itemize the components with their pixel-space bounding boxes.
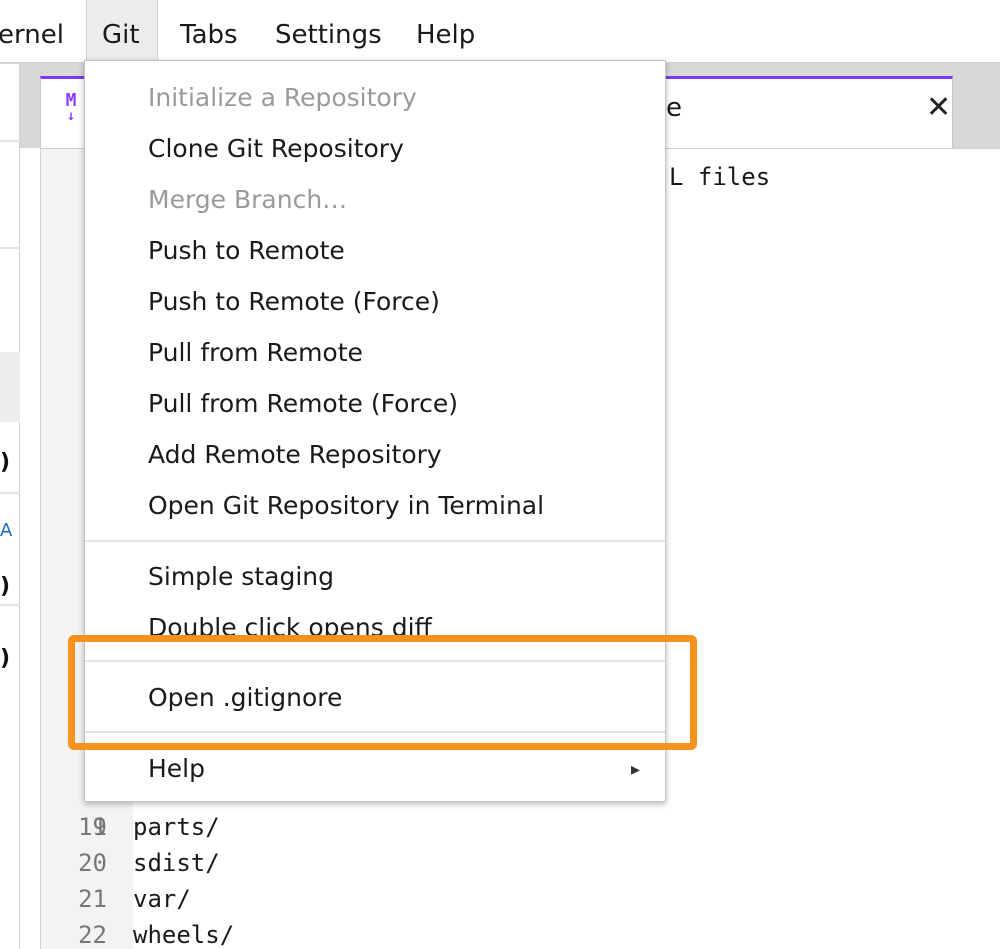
sidebar-divider: [0, 140, 20, 142]
menu-item-open-in-terminal[interactable]: Open Git Repository in Terminal: [148, 491, 544, 521]
file-browser-sidebar: ) A ) ): [0, 64, 20, 949]
menu-item-push-to-remote-force[interactable]: Push to Remote (Force): [148, 287, 440, 317]
code-line: var/: [133, 885, 191, 913]
menu-help[interactable]: Help: [416, 0, 475, 64]
line-number: 22: [78, 921, 107, 949]
menu-item-pull-from-remote-force[interactable]: Pull from Remote (Force): [148, 389, 458, 419]
sidebar-divider: [0, 247, 20, 249]
menu-item-merge-branch[interactable]: Merge Branch…: [148, 185, 347, 215]
line-number: 20: [78, 849, 107, 877]
close-icon[interactable]: ✕: [926, 93, 951, 123]
menu-item-help[interactable]: Help: [148, 754, 205, 784]
tab-title: e: [666, 93, 682, 123]
menu-bar: ernel Git Tabs Settings Help: [0, 0, 1000, 64]
line-number: 21: [78, 885, 107, 913]
menu-item-simple-staging[interactable]: Simple staging: [148, 562, 334, 592]
menu-item-pull-from-remote[interactable]: Pull from Remote: [148, 338, 363, 368]
highlight-box: [68, 635, 697, 750]
sidebar-divider: [0, 492, 20, 494]
menu-settings[interactable]: Settings: [275, 0, 382, 64]
code-line: parts/: [133, 813, 220, 841]
menu-item-add-remote-repository[interactable]: Add Remote Repository: [148, 440, 442, 470]
menu-item-initialize-repository[interactable]: Initialize a Repository: [148, 83, 417, 113]
markdown-file-icon: M ↓: [60, 91, 82, 125]
sidebar-item-fragment[interactable]: ): [0, 450, 10, 475]
sidebar-divider: [0, 604, 20, 606]
markdown-icon-arrow: ↓: [66, 108, 76, 124]
menu-item-clone-repository[interactable]: Clone Git Repository: [148, 134, 404, 164]
menu-item-push-to-remote[interactable]: Push to Remote: [148, 236, 345, 266]
chevron-right-icon: ▸: [631, 759, 641, 780]
menu-separator: [85, 540, 665, 542]
sidebar-item-fragment[interactable]: ): [0, 646, 10, 671]
sidebar-item-fragment[interactable]: A: [0, 520, 12, 541]
sidebar-selected-row[interactable]: [0, 352, 20, 422]
line-number: 19: [78, 813, 107, 841]
menu-kernel[interactable]: ernel: [0, 0, 64, 64]
menu-git[interactable]: Git: [86, 0, 158, 64]
code-line: sdist/: [133, 849, 220, 877]
sidebar-item-fragment[interactable]: ): [0, 574, 10, 599]
code-line: wheels/: [133, 921, 235, 949]
menu-tabs[interactable]: Tabs: [180, 0, 238, 64]
code-line: L files: [669, 163, 771, 191]
